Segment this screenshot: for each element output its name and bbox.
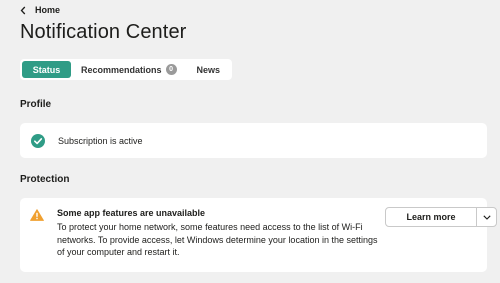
protection-alert-card: Some app features are unavailable To pro… xyxy=(20,198,497,272)
subscription-status-text: Subscription is active xyxy=(58,135,143,146)
chevron-down-icon xyxy=(482,214,491,220)
alert-title: Some app features are unavailable xyxy=(57,208,206,218)
tab-status-label: Status xyxy=(32,64,61,75)
protection-heading: Protection xyxy=(20,174,70,185)
tab-bar: Status Recommendations 0 News xyxy=(20,59,232,80)
profile-heading: Profile xyxy=(20,99,52,110)
tab-recommendations-label: Recommendations xyxy=(81,64,162,75)
back-link[interactable]: Home xyxy=(20,4,60,16)
alert-body: To protect your home network, some featu… xyxy=(57,222,378,257)
learn-more-button[interactable]: Learn more xyxy=(386,208,476,226)
tab-news-label: News xyxy=(196,64,221,75)
profile-card: Subscription is active xyxy=(20,123,487,158)
recommendations-count-badge: 0 xyxy=(165,64,177,75)
tab-status[interactable]: Status xyxy=(22,61,71,78)
chevron-left-icon xyxy=(20,6,26,14)
tab-recommendations[interactable]: Recommendations 0 xyxy=(81,61,177,78)
more-options-button[interactable] xyxy=(477,208,496,226)
check-circle-icon xyxy=(31,133,45,148)
back-link-label: Home xyxy=(35,5,61,15)
tab-news[interactable]: News xyxy=(197,61,221,78)
page-title: Notification Center xyxy=(20,21,187,43)
learn-more-split-button: Learn more xyxy=(385,207,497,227)
warning-icon xyxy=(30,209,44,221)
